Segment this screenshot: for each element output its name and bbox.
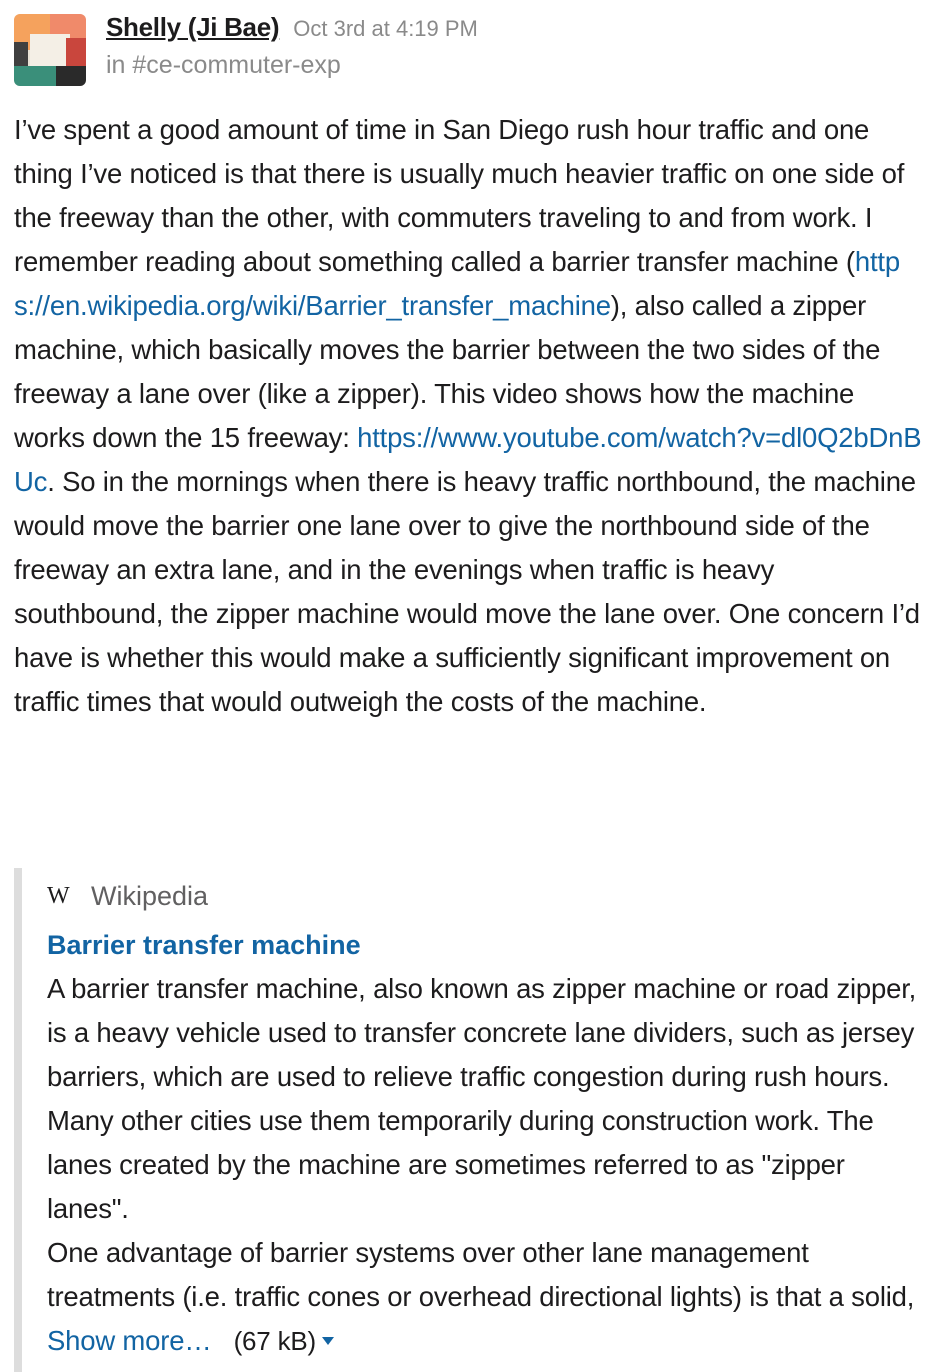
channel-row: in #ce-commuter-exp — [106, 51, 933, 80]
link-preview-attachment: W Wikipedia Barrier transfer machine A b… — [14, 868, 929, 1372]
attachment-body: A barrier transfer machine, also known a… — [47, 967, 917, 1363]
attachment-paragraph-2-text: One advantage of barrier systems over ot… — [47, 1237, 915, 1312]
avatar-image — [14, 14, 86, 86]
attachment-source: W Wikipedia — [47, 874, 929, 918]
caret-down-icon[interactable] — [322, 1336, 334, 1345]
attachment-source-name: Wikipedia — [91, 880, 209, 911]
message-body: I’ve spent a good amount of time in San … — [14, 108, 929, 724]
avatar[interactable] — [14, 14, 86, 86]
wikipedia-icon: W — [47, 882, 70, 909]
attachment-paragraph-2: One advantage of barrier systems over ot… — [47, 1231, 917, 1363]
channel-prefix: in — [106, 51, 133, 79]
attachment-title[interactable]: Barrier transfer machine — [47, 923, 929, 967]
channel-link[interactable]: #ce-commuter-exp — [132, 51, 340, 79]
name-row: Shelly (Ji Bae) Oct 3rd at 4:19 PM — [106, 12, 933, 43]
message-text: I’ve spent a good amount of time in San … — [14, 108, 929, 724]
message-text-part1: I’ve spent a good amount of time in San … — [14, 114, 905, 277]
message-timestamp[interactable]: Oct 3rd at 4:19 PM — [293, 16, 478, 42]
attachment-paragraph-1: A barrier transfer machine, also known a… — [47, 973, 917, 1224]
author-name[interactable]: Shelly (Ji Bae) — [106, 12, 280, 43]
show-more-link[interactable]: Show more… — [47, 1325, 212, 1356]
message-text-part3: . So in the mornings when there is heavy… — [14, 466, 920, 717]
attachment-file-size: (67 kB) — [233, 1326, 317, 1356]
message-header: Shelly (Ji Bae) Oct 3rd at 4:19 PM in #c… — [106, 12, 933, 80]
